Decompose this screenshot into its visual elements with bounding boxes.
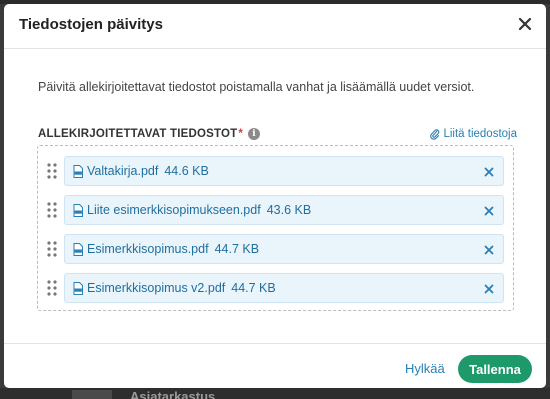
file-size: 44.7 KB	[231, 281, 276, 295]
pdf-file-icon	[73, 165, 83, 183]
file-chip[interactable]: Esimerkkisopimus v2.pdf 44.7 KB	[64, 273, 504, 303]
files-section-label: ALLEKIRJOITETTAVAT TIEDOSTOT * i	[38, 128, 261, 140]
file-chip[interactable]: Esimerkkisopimus.pdf 44.7 KB	[64, 234, 504, 264]
remove-icon[interactable]	[483, 243, 495, 255]
cancel-button[interactable]: Hylkää	[405, 361, 445, 376]
info-icon[interactable]: i	[248, 128, 261, 140]
update-files-dialog: Tiedostojen päivitys Päivitä allekirjoit…	[4, 4, 546, 388]
file-name: Valtakirja.pdf 44.6 KB	[87, 164, 209, 178]
file-size: 44.6 KB	[164, 164, 209, 178]
paperclip-icon	[430, 129, 440, 140]
file-name-text: Liite esimerkkisopimukseen.pdf	[87, 203, 261, 217]
file-name: Esimerkkisopimus v2.pdf 44.7 KB	[87, 281, 276, 295]
pdf-file-icon	[73, 282, 83, 300]
remove-icon[interactable]	[483, 282, 495, 294]
background-block	[72, 390, 112, 399]
file-name-text: Esimerkkisopimus.pdf	[87, 242, 209, 256]
remove-icon[interactable]	[483, 165, 495, 177]
file-dropzone[interactable]: Valtakirja.pdf 44.6 KB Liite esimerkkisop…	[37, 145, 514, 311]
close-icon[interactable]	[516, 15, 534, 33]
file-name-text: Esimerkkisopimus v2.pdf	[87, 281, 226, 295]
file-row: Esimerkkisopimus v2.pdf 44.7 KB	[38, 273, 513, 303]
pdf-file-icon	[73, 204, 83, 222]
file-chip[interactable]: Liite esimerkkisopimukseen.pdf 43.6 KB	[64, 195, 504, 225]
dialog-title: Tiedostojen päivitys	[19, 16, 163, 33]
attach-files-label: Liitä tiedostoja	[443, 128, 517, 140]
save-button[interactable]: Tallenna	[458, 355, 532, 383]
file-name-text: Valtakirja.pdf	[87, 164, 159, 178]
attach-files-link[interactable]: Liitä tiedostoja	[430, 128, 517, 140]
file-size: 44.7 KB	[214, 242, 260, 256]
drag-handle-icon[interactable]	[47, 202, 57, 218]
required-mark: *	[238, 128, 244, 140]
background-heading: Asiatarkastus	[130, 389, 216, 399]
file-row: Liite esimerkkisopimukseen.pdf 43.6 KB	[38, 195, 513, 225]
dialog-header: Tiedostojen päivitys	[4, 4, 546, 49]
remove-icon[interactable]	[483, 204, 495, 216]
file-chip[interactable]: Valtakirja.pdf 44.6 KB	[64, 156, 504, 186]
file-size: 43.6 KB	[266, 203, 312, 217]
drag-handle-icon[interactable]	[47, 163, 57, 179]
pdf-file-icon	[73, 243, 83, 261]
file-name: Liite esimerkkisopimukseen.pdf 43.6 KB	[87, 203, 311, 217]
files-section-label-text: ALLEKIRJOITETTAVAT TIEDOSTOT	[38, 128, 238, 140]
dialog-description: Päivitä allekirjoitettavat tiedostot poi…	[38, 80, 475, 94]
file-row: Esimerkkisopimus.pdf 44.7 KB	[38, 234, 513, 264]
drag-handle-icon[interactable]	[47, 241, 57, 257]
file-name: Esimerkkisopimus.pdf 44.7 KB	[87, 242, 259, 256]
file-row: Valtakirja.pdf 44.6 KB	[38, 156, 513, 186]
drag-handle-icon[interactable]	[47, 280, 57, 296]
